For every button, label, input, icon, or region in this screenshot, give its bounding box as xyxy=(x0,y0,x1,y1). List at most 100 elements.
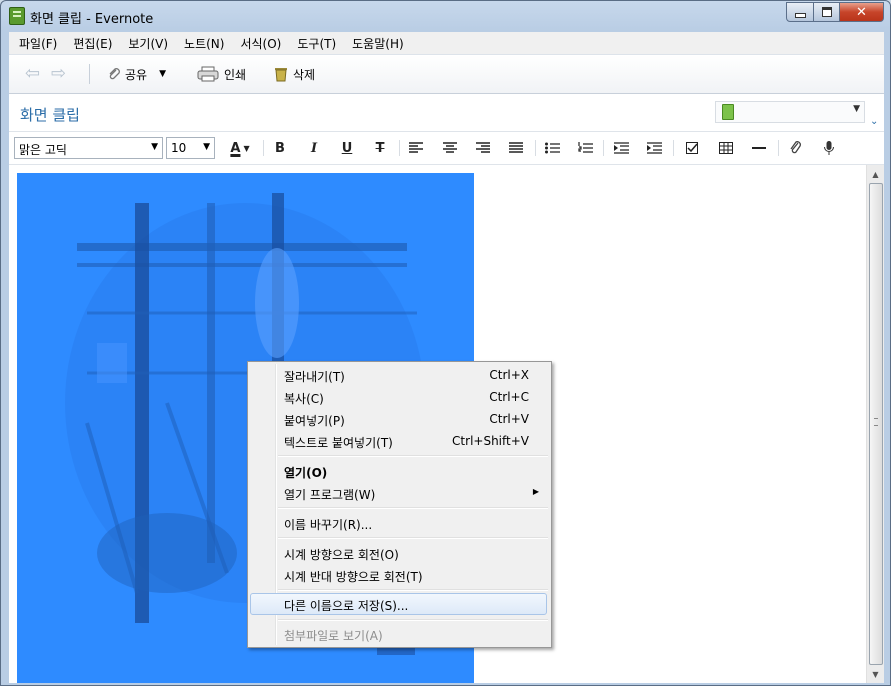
menu-item-paste[interactable]: 붙여넣기(P) Ctrl+V xyxy=(250,408,547,430)
menu-item-cut[interactable]: 잘라내기(T) Ctrl+X xyxy=(250,364,547,386)
print-button[interactable]: 인쇄 xyxy=(197,64,246,84)
indent-icon xyxy=(646,142,662,154)
menu-help[interactable]: 도움말(H) xyxy=(346,35,410,52)
close-icon: ✕ xyxy=(856,4,867,20)
menu-edit[interactable]: 편집(E) xyxy=(67,35,118,52)
menu-item-label: 열기(O) xyxy=(284,466,328,480)
font-size-value: 10 xyxy=(171,141,187,155)
menu-item-label: 다른 이름으로 저장(S)... xyxy=(284,599,409,613)
menu-item-open[interactable]: 열기(O) xyxy=(250,460,547,482)
maximize-button[interactable] xyxy=(814,2,840,22)
format-separator xyxy=(263,140,264,156)
record-audio-button[interactable] xyxy=(818,139,840,157)
forward-button[interactable]: ⇨ xyxy=(51,64,66,84)
chevron-down-icon: ▼ xyxy=(203,142,210,152)
format-separator xyxy=(603,140,604,156)
bullet-list-icon xyxy=(544,142,560,154)
microphone-icon xyxy=(824,140,834,155)
menu-item-view-as-attachment: 첨부파일로 보기(A) xyxy=(250,623,547,645)
align-left-button[interactable] xyxy=(405,139,427,157)
menu-item-label: 시계 방향으로 회전(O) xyxy=(284,548,399,562)
menu-item-rotate-clockwise[interactable]: 시계 방향으로 회전(O) xyxy=(250,542,547,564)
menu-file[interactable]: 파일(F) xyxy=(13,35,63,52)
attach-button[interactable] xyxy=(785,139,807,157)
horizontal-rule-button[interactable] xyxy=(748,139,770,157)
chevron-down-icon: ▼ xyxy=(243,143,250,153)
align-left-icon xyxy=(409,142,423,153)
align-right-button[interactable] xyxy=(472,139,494,157)
forward-arrow-icon: ⇨ xyxy=(51,63,67,84)
close-button[interactable]: ✕ xyxy=(840,2,884,22)
printer-icon xyxy=(197,66,219,82)
image-context-menu: 잘라내기(T) Ctrl+X 복사(C) Ctrl+C 붙여넣기(P) Ctrl… xyxy=(247,361,552,648)
notebook-selector[interactable]: ▼ xyxy=(715,101,865,123)
menu-item-label: 텍스트로 붙여넣기(T) xyxy=(284,436,393,450)
font-color-button[interactable]: A ▼ xyxy=(223,139,257,157)
menu-item-label: 붙여넣기(P) xyxy=(284,414,345,428)
minimize-button[interactable] xyxy=(786,2,814,22)
checkbox-icon xyxy=(685,141,698,154)
title-bar[interactable]: 화면 클립 - Evernote ✕ xyxy=(1,1,890,31)
vertical-scrollbar[interactable]: ▲ ▼ xyxy=(866,165,884,683)
justify-button[interactable] xyxy=(505,139,527,157)
format-toolbar: 맑은 고딕 ▼ 10 ▼ A ▼ B I U T xyxy=(9,132,884,165)
note-title[interactable]: 화면 클립 xyxy=(20,104,80,125)
strikethrough-button[interactable]: T xyxy=(369,139,391,157)
menu-item-open-with[interactable]: 열기 프로그램(W) ▶ xyxy=(250,482,547,504)
outdent-button[interactable] xyxy=(610,139,632,157)
back-arrow-icon: ⇦ xyxy=(25,63,41,84)
submenu-arrow-icon: ▶ xyxy=(532,487,539,496)
menu-item-save-as[interactable]: 다른 이름으로 저장(S)... xyxy=(250,593,547,615)
window-controls: ✕ xyxy=(786,2,884,22)
checkbox-button[interactable] xyxy=(681,139,703,157)
menu-tools[interactable]: 도구(T) xyxy=(291,35,342,52)
menu-item-rename[interactable]: 이름 바꾸기(R)... xyxy=(250,512,547,534)
share-button[interactable]: 공유 ▼ xyxy=(107,64,166,84)
menu-item-paste-as-text[interactable]: 텍스트로 붙여넣기(T) Ctrl+Shift+V xyxy=(250,430,547,452)
delete-label: 삭제 xyxy=(293,67,316,82)
table-button[interactable] xyxy=(715,139,737,157)
format-separator xyxy=(778,140,779,156)
table-icon xyxy=(719,141,733,154)
numbered-list-icon xyxy=(577,142,593,153)
note-header: 화면 클립 ▼ ⌄ xyxy=(9,94,884,132)
minimize-icon xyxy=(794,12,806,18)
maximize-icon xyxy=(821,7,832,17)
back-button[interactable]: ⇦ xyxy=(25,64,40,84)
paperclip-icon xyxy=(109,68,120,80)
scrollbar-thumb[interactable] xyxy=(869,183,883,665)
underline-button[interactable]: U xyxy=(336,139,358,157)
bold-button[interactable]: B xyxy=(269,139,291,157)
share-dropdown-icon[interactable]: ▼ xyxy=(159,69,166,79)
font-family-select[interactable]: 맑은 고딕 ▼ xyxy=(14,137,163,159)
align-center-button[interactable] xyxy=(439,139,461,157)
italic-button[interactable]: I xyxy=(303,139,325,157)
align-right-icon xyxy=(476,142,490,153)
scroll-down-button[interactable]: ▼ xyxy=(868,666,883,682)
font-color-icon: A xyxy=(230,140,241,156)
menu-item-copy[interactable]: 복사(C) Ctrl+C xyxy=(250,386,547,408)
horizontal-rule-icon xyxy=(752,147,766,149)
numbered-list-button[interactable] xyxy=(574,139,596,157)
menu-item-shortcut: Ctrl+C xyxy=(489,390,529,404)
expand-chevron-icon[interactable]: ⌄ xyxy=(870,116,878,127)
menu-view[interactable]: 보기(V) xyxy=(122,35,174,52)
menu-item-rotate-counterclockwise[interactable]: 시계 반대 방향으로 회전(T) xyxy=(250,564,547,586)
bullet-list-button[interactable] xyxy=(541,139,563,157)
share-label: 공유 xyxy=(125,67,148,82)
paperclip-icon xyxy=(790,141,801,154)
menu-item-shortcut: Ctrl+X xyxy=(489,368,529,382)
menu-separator xyxy=(278,537,548,539)
font-family-value: 맑은 고딕 xyxy=(19,143,67,157)
indent-button[interactable] xyxy=(643,139,665,157)
delete-button[interactable]: 삭제 xyxy=(274,64,315,84)
menu-item-shortcut: Ctrl+Shift+V xyxy=(452,434,529,448)
chevron-down-icon: ▼ xyxy=(151,142,158,152)
format-separator xyxy=(535,140,536,156)
scroll-up-button[interactable]: ▲ xyxy=(868,166,883,182)
outdent-icon xyxy=(613,142,629,154)
menu-note[interactable]: 노트(N) xyxy=(178,35,230,52)
font-size-select[interactable]: 10 ▼ xyxy=(166,137,215,159)
menu-format[interactable]: 서식(O) xyxy=(234,35,287,52)
toolbar-separator xyxy=(89,64,90,84)
